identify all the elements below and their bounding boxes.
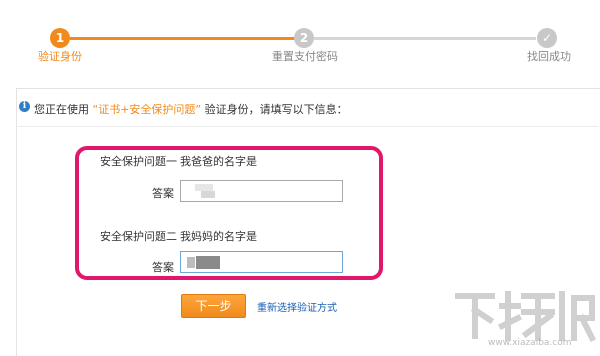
step-connector-2 [314,37,536,40]
step-connector-1 [70,37,296,40]
step-1-indicator: 1 [50,28,70,48]
step-3-checkmark-icon: ✓ [537,28,557,48]
highlight-annotation [75,146,383,280]
verification-method: “证书+安全保护问题” [92,103,202,116]
step-2-indicator: 2 [294,28,314,48]
notice-suffix: 验证身份，请填写以下信息： [201,103,348,116]
watermark-url: www.xiazaiba.com [488,338,572,348]
verification-notice: 您正在使用 “证书+安全保护问题” 验证身份，请填写以下信息： [34,101,348,117]
divider [18,126,598,127]
step-3-label: 找回成功 [527,50,571,63]
info-icon: i [19,101,30,112]
step-2-label: 重置支付密码 [272,50,338,63]
notice-prefix: 您正在使用 [34,103,93,116]
next-step-button[interactable]: 下一步 [181,294,246,318]
reselect-method-link[interactable]: 重新选择验证方式 [257,299,337,314]
step-1-label: 验证身份 [38,50,82,63]
